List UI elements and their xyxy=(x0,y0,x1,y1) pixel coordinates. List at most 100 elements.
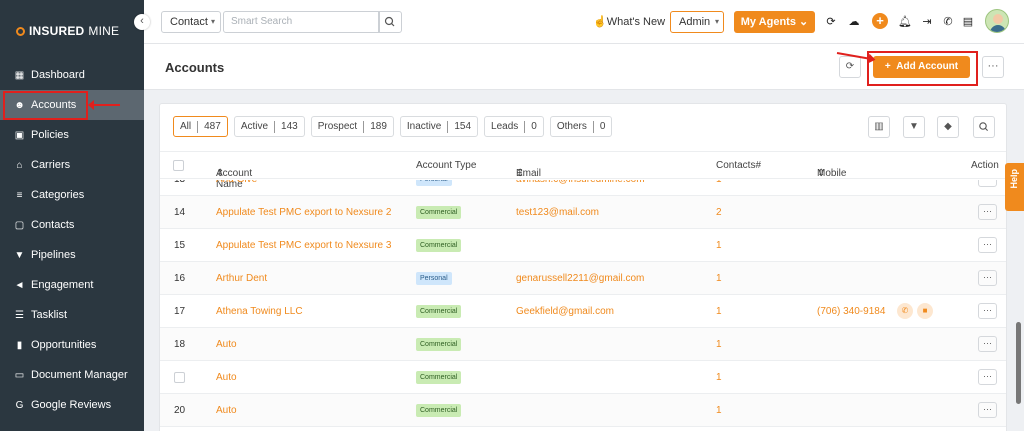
more-options-button[interactable]: ··· xyxy=(982,56,1004,78)
sidebar-item-accounts[interactable]: ☻ Accounts xyxy=(0,90,144,120)
account-name-link[interactable]: Appulate Test PMC export to Nexsure 2 xyxy=(216,207,391,218)
contacts-count-link[interactable]: 1 xyxy=(716,180,722,185)
brand-logo[interactable]: INSURED MINE xyxy=(16,24,119,38)
email-link[interactable]: avinash.c@insuredmine.com xyxy=(516,180,645,185)
columns-button[interactable]: ▥ xyxy=(868,116,890,138)
account-name-link[interactable]: Appulate Test PMC export to Nexsure 3 xyxy=(216,240,391,251)
divider xyxy=(447,120,449,133)
contacts-count-link[interactable]: 2 xyxy=(716,207,722,218)
tags-button[interactable]: ◆ xyxy=(937,116,959,138)
contacts-count-link[interactable]: 1 xyxy=(716,405,722,416)
page-scrollbar[interactable] xyxy=(1016,322,1021,404)
row-actions-button[interactable]: ··· xyxy=(978,237,997,253)
contacts-count-link[interactable]: 1 xyxy=(716,306,722,317)
role-select[interactable]: Admin ▾ xyxy=(670,11,724,33)
table-row[interactable]: 14 Appulate Test PMC export to Nexsure 2 C… xyxy=(160,196,1006,229)
calculator-icon[interactable]: ▤ xyxy=(961,14,975,28)
filter-inactive[interactable]: Inactive 154 xyxy=(399,116,479,137)
sidebar-item-tasklist[interactable]: ☰ Tasklist xyxy=(0,300,144,330)
email-link[interactable]: genarussell2211@gmail.com xyxy=(516,273,644,284)
sidebar-item-categories[interactable]: ≡ Categories xyxy=(0,180,144,210)
sidebar-item-opportunities[interactable]: ▮ Opportunities xyxy=(0,330,144,360)
contacts-count-link[interactable]: 1 xyxy=(716,273,722,284)
table-search-button[interactable] xyxy=(973,116,995,138)
my-agents-button[interactable]: My Agents ⌄ xyxy=(734,11,815,33)
help-label: Help xyxy=(1009,169,1019,189)
table-row[interactable]: 16 Arthur Dent Personal genarussell2211@gma… xyxy=(160,262,1006,295)
account-type-badge: Commercial xyxy=(416,404,462,417)
table-row[interactable]: 20 Auto Commercial 1 ··· xyxy=(160,394,1006,427)
contacts-count-link[interactable]: 1 xyxy=(716,372,722,383)
sidebar-item-label: Opportunities xyxy=(31,339,97,351)
smart-search-input[interactable]: Smart Search xyxy=(223,11,380,33)
bell-icon[interactable]: 🔔︎ xyxy=(898,14,912,28)
cloud-icon[interactable]: ☁ xyxy=(847,14,861,28)
filter-prospect[interactable]: Prospect 189 xyxy=(310,116,394,137)
table-row[interactable]: 13 Ana Give Personal avinash.c@insuredmine.… xyxy=(160,180,1006,196)
filter-leads[interactable]: Leads 0 xyxy=(484,116,544,137)
col-contacts: Contacts# xyxy=(716,160,762,171)
select-all-checkbox[interactable] xyxy=(173,160,184,171)
table-row[interactable]: 15 Appulate Test PMC export to Nexsure 3 C… xyxy=(160,229,1006,262)
row-actions-button[interactable]: ··· xyxy=(978,369,997,385)
divider xyxy=(592,120,594,133)
contacts-count-link[interactable]: 1 xyxy=(716,240,722,251)
sidebar-item-dashboard[interactable]: ▦ Dashboard xyxy=(0,60,144,90)
call-icon[interactable]: ✆ xyxy=(897,303,913,319)
message-icon[interactable]: ■ xyxy=(917,303,933,319)
account-name-link[interactable]: Auto xyxy=(216,372,237,383)
search-scope-select[interactable]: Contact ▾ xyxy=(161,11,221,33)
collapse-sidebar-icon[interactable]: ‹ xyxy=(134,14,150,30)
row-actions-button[interactable]: ··· xyxy=(978,270,997,286)
my-agents-label: My Agents xyxy=(740,16,796,28)
row-actions-button[interactable]: ··· xyxy=(978,303,997,319)
row-checkbox[interactable] xyxy=(174,372,185,383)
sort-icon: ⇕ xyxy=(516,168,525,179)
row-actions-button[interactable]: ··· xyxy=(978,204,997,220)
account-name-link[interactable]: Athena Towing LLC xyxy=(216,306,303,317)
user-avatar[interactable] xyxy=(985,9,1009,33)
add-account-button[interactable]: + Add Account xyxy=(873,56,970,78)
phone-icon[interactable]: ✆ xyxy=(941,14,955,28)
sidebar-item-policies[interactable]: ▣ Policies xyxy=(0,120,144,150)
top-bar: Contact ▾ Smart Search ☝What's New Admin… xyxy=(144,0,1024,44)
sidebar-item-carriers[interactable]: ⌂ Carriers xyxy=(0,150,144,180)
sync-icon[interactable]: ⟳ xyxy=(824,14,838,28)
sidebar-item-label: Dashboard xyxy=(31,69,85,81)
help-tab[interactable]: Help xyxy=(1005,163,1024,211)
quick-add-icon[interactable]: + xyxy=(872,13,888,29)
carriers-icon: ⌂ xyxy=(16,159,23,171)
filter-all[interactable]: All 487 xyxy=(173,116,228,137)
account-name-link[interactable]: Auto xyxy=(216,405,237,416)
sidebar-item-google-reviews[interactable]: G Google Reviews xyxy=(0,390,144,420)
table-row[interactable]: 17 Athena Towing LLC Commercial Geekfield@g… xyxy=(160,295,1006,328)
whats-new-link[interactable]: ☝What's New xyxy=(593,15,665,28)
row-actions-button[interactable]: ··· xyxy=(978,402,997,418)
page-header: Accounts ⟳ + Add Account ··· xyxy=(144,44,1024,90)
table-row[interactable]: Auto Commercial 1 ··· xyxy=(160,361,1006,394)
filter-active[interactable]: Active 143 xyxy=(233,116,305,137)
columns-icon: ▥ xyxy=(874,121,884,132)
status-filters: All 487 Active 143 Prospect 189 Inactive 154 Lea… xyxy=(173,116,613,137)
logout-icon[interactable]: ⇥ xyxy=(920,14,934,28)
refresh-button[interactable]: ⟳ xyxy=(839,56,861,78)
sidebar-item-pipelines[interactable]: ▼ Pipelines xyxy=(0,240,144,270)
account-name-link[interactable]: Auto xyxy=(216,339,237,350)
contacts-count-link[interactable]: 1 xyxy=(716,339,722,350)
table-row[interactable]: 18 Auto Commercial 1 ··· xyxy=(160,328,1006,361)
email-link[interactable]: Geekfield@gmail.com xyxy=(516,306,614,317)
row-actions-button[interactable]: ··· xyxy=(978,336,997,352)
sidebar-item-contacts[interactable]: ▢ Contacts xyxy=(0,210,144,240)
account-name-link[interactable]: Arthur Dent xyxy=(216,273,267,284)
filter-others[interactable]: Others 0 xyxy=(549,116,613,137)
divider xyxy=(274,120,276,133)
search-button[interactable] xyxy=(378,11,402,33)
row-actions-button[interactable]: ··· xyxy=(978,180,997,187)
divider xyxy=(524,120,526,133)
mobile-link[interactable]: (706) 340-9184 xyxy=(817,306,885,317)
sidebar-item-document-manager[interactable]: ▭ Document Manager xyxy=(0,360,144,390)
email-link[interactable]: test123@mail.com xyxy=(516,207,599,218)
sidebar-item-engagement[interactable]: ◄ Engagement xyxy=(0,270,144,300)
account-name-link[interactable]: Ana Give xyxy=(216,180,257,185)
filter-button[interactable]: ▼ xyxy=(903,116,925,138)
